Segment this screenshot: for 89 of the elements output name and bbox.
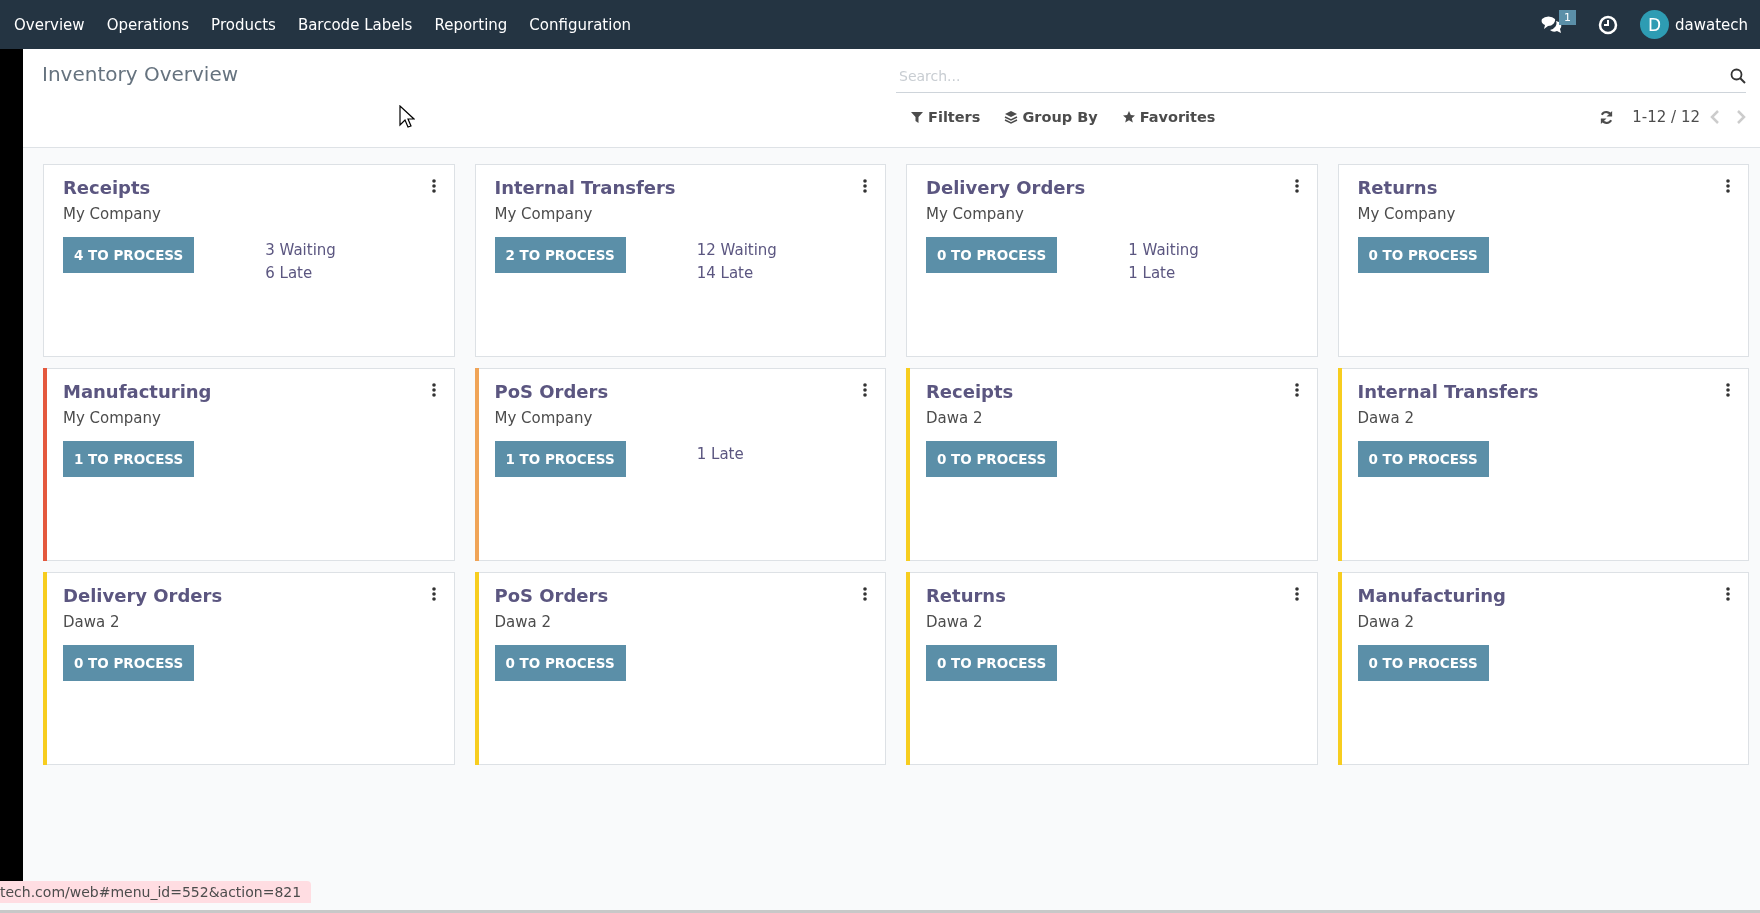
menu-item[interactable]: Barcode Labels [286, 0, 424, 49]
menu-item[interactable]: Reporting [423, 0, 519, 49]
layers-icon [1004, 110, 1019, 124]
message-count-badge: 1 [1558, 10, 1576, 25]
search-icon[interactable] [1730, 67, 1746, 84]
star-icon [1121, 110, 1136, 124]
company-name: Dawa 2 [63, 613, 121, 631]
card-title[interactable]: Internal Transfers [1357, 381, 1730, 402]
status-link[interactable]: 1 Waiting [1128, 241, 1199, 259]
to-process-button[interactable]: 0 TO PROCESS [1357, 237, 1489, 273]
more-options-icon[interactable] [1726, 179, 1730, 193]
company-name: My Company [926, 205, 1025, 223]
card-title[interactable]: PoS Orders [494, 585, 867, 606]
menu-item[interactable]: Overview [3, 0, 96, 49]
menu-item[interactable]: Configuration [518, 0, 643, 49]
company-name: My Company [63, 205, 162, 223]
pager-range: 1-12 / 12 [1632, 108, 1700, 126]
operation-card[interactable]: PoS Orders My Company 1 TO PROCESS 1 Late [474, 368, 886, 561]
more-options-icon[interactable] [431, 179, 436, 193]
company-name: Dawa 2 [926, 409, 984, 427]
clock-icon[interactable] [1597, 14, 1618, 35]
card-title[interactable]: Receipts [926, 381, 1299, 402]
operation-card[interactable]: Internal Transfers Dawa 2 0 TO PROCESS [1337, 368, 1749, 561]
company-name: My Company [494, 205, 594, 223]
status-link[interactable]: 14 Late [696, 264, 777, 282]
more-options-icon[interactable] [1294, 587, 1299, 601]
operation-card[interactable]: Delivery Orders Dawa 2 0 TO PROCESS [43, 572, 455, 765]
more-options-icon[interactable] [431, 383, 436, 397]
card-title[interactable]: Manufacturing [63, 381, 436, 402]
operation-card[interactable]: Returns My Company 0 TO PROCESS [1337, 164, 1749, 357]
more-options-icon[interactable] [1726, 383, 1730, 397]
company-name: My Company [63, 409, 162, 427]
company-name: Dawa 2 [1357, 409, 1415, 427]
menu-item[interactable]: Operations [95, 0, 201, 49]
card-title[interactable]: Manufacturing [1357, 585, 1730, 606]
operation-card[interactable]: Manufacturing My Company 1 TO PROCESS [43, 368, 455, 561]
card-title[interactable]: Delivery Orders [63, 585, 436, 606]
company-name: My Company [494, 409, 594, 427]
to-process-button[interactable]: 1 TO PROCESS [63, 441, 195, 477]
status-link[interactable]: 12 Waiting [696, 241, 777, 259]
to-process-button[interactable]: 0 TO PROCESS [63, 645, 195, 681]
status-link[interactable]: 1 Late [1128, 264, 1199, 282]
operation-card[interactable]: Receipts Dawa 2 0 TO PROCESS [906, 368, 1318, 561]
filter-button[interactable]: Filters [906, 107, 985, 127]
menu-item[interactable]: Products [200, 0, 287, 49]
more-options-icon[interactable] [863, 179, 867, 193]
card-title[interactable]: PoS Orders [494, 381, 867, 402]
status-link[interactable]: 1 Late [696, 445, 744, 463]
to-process-button[interactable]: 0 TO PROCESS [1357, 441, 1489, 477]
more-options-icon[interactable] [863, 383, 867, 397]
status-url: tech.com/web#menu_id=552&action=821 [0, 881, 312, 903]
status-link[interactable]: 3 Waiting [265, 241, 336, 259]
status-link[interactable]: 6 Late [265, 264, 336, 282]
company-name: My Company [1357, 205, 1457, 223]
more-options-icon[interactable] [1294, 179, 1299, 193]
page-title: Inventory Overview [42, 62, 239, 86]
operation-card[interactable]: Internal Transfers My Company 2 TO PROCESS 12 Waiting 14 Late [474, 164, 886, 357]
operation-card[interactable]: PoS Orders Dawa 2 0 TO PROCESS [474, 572, 886, 765]
to-process-button[interactable]: 0 TO PROCESS [494, 645, 626, 681]
to-process-button[interactable]: 4 TO PROCESS [63, 237, 195, 273]
card-title[interactable]: Delivery Orders [926, 177, 1299, 198]
refresh-icon[interactable] [1599, 109, 1615, 125]
company-name: Dawa 2 [926, 613, 984, 631]
more-options-icon[interactable] [863, 587, 867, 601]
to-process-button[interactable]: 0 TO PROCESS [926, 441, 1058, 477]
user-name[interactable]: dawatech [1674, 15, 1748, 34]
to-process-button[interactable]: 2 TO PROCESS [494, 237, 626, 273]
operation-card[interactable]: Manufacturing Dawa 2 0 TO PROCESS [1337, 572, 1749, 765]
operation-card[interactable]: Receipts My Company 4 TO PROCESS 3 Waiting 6 Late [43, 164, 455, 357]
to-process-button[interactable]: 0 TO PROCESS [1357, 645, 1489, 681]
funnel-icon [910, 110, 924, 124]
card-title[interactable]: Receipts [63, 177, 436, 198]
card-title[interactable]: Internal Transfers [494, 177, 867, 198]
more-options-icon[interactable] [1726, 587, 1730, 601]
to-process-button[interactable]: 0 TO PROCESS [926, 645, 1058, 681]
more-options-icon[interactable] [1294, 383, 1299, 397]
more-options-icon[interactable] [431, 587, 436, 601]
company-name: Dawa 2 [494, 613, 552, 631]
mouse-cursor-icon [399, 105, 415, 129]
card-title[interactable]: Returns [1357, 177, 1730, 198]
chat-icon[interactable] [1539, 15, 1562, 34]
filter-button[interactable]: Group By [1000, 107, 1102, 127]
to-process-button[interactable]: 1 TO PROCESS [494, 441, 626, 477]
to-process-button[interactable]: 0 TO PROCESS [926, 237, 1058, 273]
filter-button[interactable]: Favorites [1117, 107, 1220, 127]
card-title[interactable]: Returns [926, 585, 1299, 606]
operation-card[interactable]: Returns Dawa 2 0 TO PROCESS [906, 572, 1318, 765]
operation-card[interactable]: Delivery Orders My Company 0 TO PROCESS 1 Waiting 1 Late [906, 164, 1318, 357]
company-name: Dawa 2 [1357, 613, 1415, 631]
